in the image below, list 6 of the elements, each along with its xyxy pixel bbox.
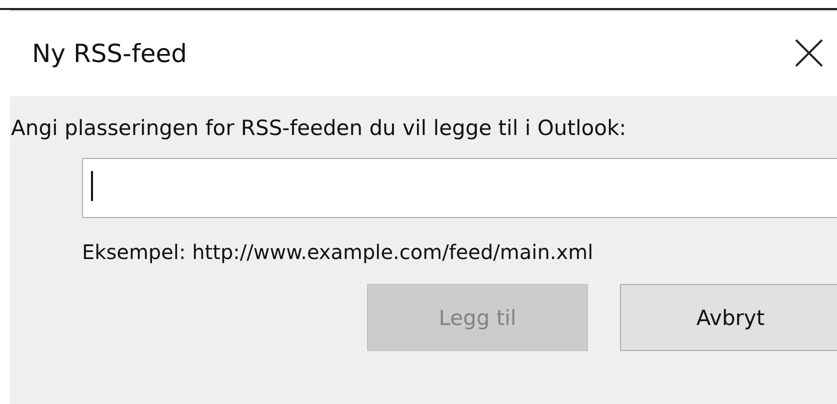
close-icon[interactable]: [794, 38, 824, 68]
example-text: Eksempel: http://www.example.com/feed/main.xml: [82, 240, 594, 264]
input-field[interactable]: [82, 158, 837, 218]
window-title: Ny RSS-feed: [32, 39, 188, 68]
prompt-label: Angi plasseringen for RSS-feeden du vil legge til i Outlook:: [10, 116, 628, 140]
cancel-button[interactable]: Avbryt: [620, 284, 837, 351]
